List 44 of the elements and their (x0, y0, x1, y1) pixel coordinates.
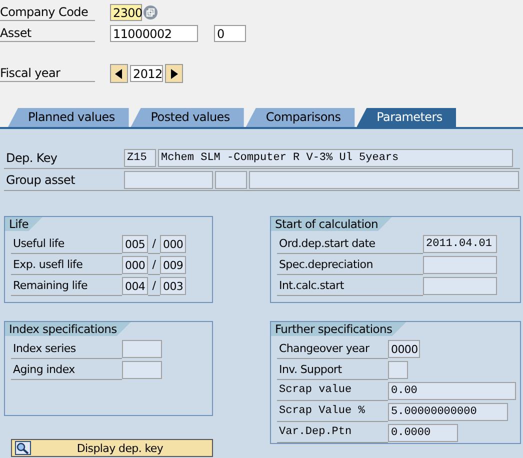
value-field[interactable]: 0000 (388, 340, 420, 358)
periods-field[interactable]: 009 (160, 256, 186, 274)
value-field[interactable]: 5.00000000000 (388, 403, 508, 421)
value-field[interactable]: 0.00 (388, 382, 516, 400)
right-arrow-icon (170, 68, 178, 78)
years-field[interactable]: 005 (122, 235, 148, 253)
field-label: Asset (0, 25, 95, 42)
index-field[interactable] (122, 340, 162, 358)
tab[interactable]: Parameters (356, 108, 456, 127)
value-field[interactable]: 0.0000 (388, 424, 458, 442)
fiscal-year-field[interactable]: 2012 (130, 65, 163, 82)
group-title: Further specifications (271, 322, 406, 336)
index-field[interactable] (122, 361, 162, 379)
group-asset-field[interactable] (124, 171, 213, 189)
tab[interactable]: Comparisons (246, 108, 355, 127)
company-code-field[interactable]: 2300 (110, 4, 142, 21)
field-label: Group asset (5, 173, 76, 187)
group-title: Index specifications (5, 322, 131, 336)
field-label: Fiscal year (0, 65, 95, 82)
display-dep-key-button[interactable]: Display dep. key (11, 439, 213, 457)
tab[interactable]: Posted values (130, 108, 244, 127)
field-label: Company Code (0, 4, 95, 21)
value-field[interactable] (388, 361, 408, 379)
asset-field[interactable]: 11000002 (110, 25, 198, 42)
periods-field[interactable]: 003 (160, 277, 186, 295)
periods-field[interactable]: 000 (160, 235, 186, 253)
dep-key-field[interactable]: Z15 (124, 149, 156, 167)
popup-icon[interactable] (143, 5, 158, 20)
magnifier-icon (15, 441, 31, 455)
previous-year-button[interactable] (110, 64, 128, 83)
field-label: Dep. Key (5, 151, 58, 165)
group-title: Start of calculation (271, 217, 392, 231)
group-title: Life (5, 217, 43, 231)
next-year-button[interactable] (165, 64, 183, 83)
date-field[interactable] (423, 277, 497, 295)
left-arrow-icon (115, 68, 123, 78)
description-field: Mchem SLM -Computer R V-3% Ul 5years (158, 149, 513, 167)
date-field[interactable]: 2011.04.01 (423, 235, 497, 253)
sub-number-field[interactable]: 0 (214, 25, 246, 42)
group-asset-sub-field[interactable] (215, 171, 247, 189)
years-field[interactable]: 000 (122, 256, 148, 274)
date-field[interactable] (423, 256, 497, 274)
years-field[interactable]: 004 (122, 277, 148, 295)
tab[interactable]: Planned values (8, 108, 129, 127)
